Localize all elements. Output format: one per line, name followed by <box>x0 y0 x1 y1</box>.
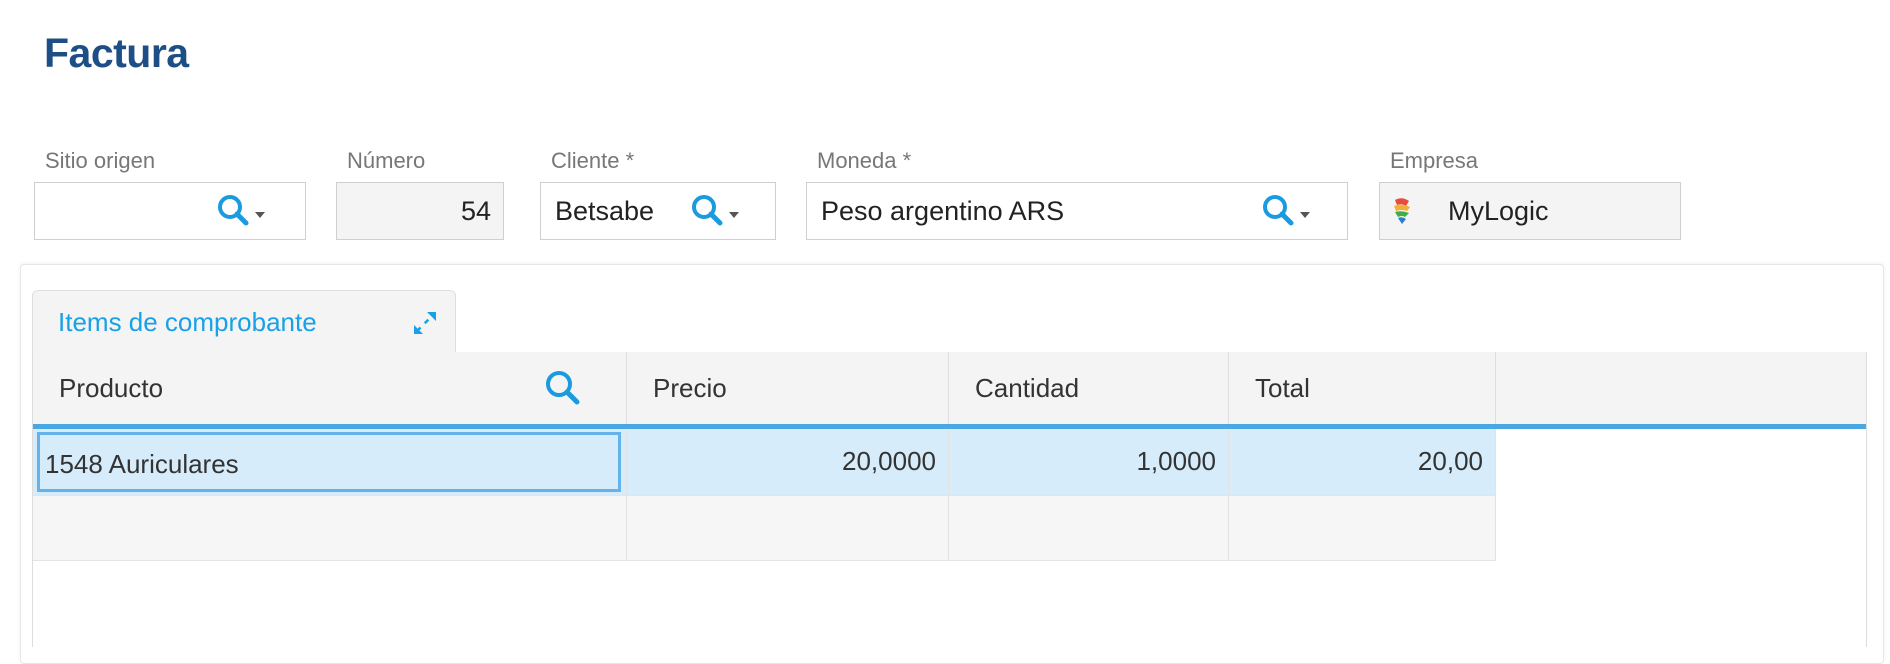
cliente-value: Betsabe <box>555 196 655 226</box>
caret-down-icon <box>1300 212 1310 218</box>
moneda-field[interactable]: Peso argentino ARS <box>806 182 1348 240</box>
empresa-label: Empresa <box>1390 148 1479 173</box>
caret-down-icon <box>729 212 739 218</box>
sitio-origen-lookup-button[interactable] <box>217 194 267 230</box>
cell-cantidad[interactable]: 1,0000 <box>949 429 1229 495</box>
cliente-field[interactable]: Betsabe <box>540 182 776 240</box>
items-grid: Producto Precio Cantidad Total 1548 Auri… <box>32 352 1867 647</box>
table-row[interactable]: 1548 Auriculares 20,0000 1,0000 20,00 <box>33 429 1496 495</box>
cell-total[interactable] <box>1229 496 1496 560</box>
cell-precio[interactable] <box>627 496 949 560</box>
cell-producto[interactable] <box>33 496 627 560</box>
empresa-value: MyLogic <box>1448 196 1549 226</box>
moneda-value: Peso argentino ARS <box>821 196 1065 226</box>
search-icon[interactable] <box>544 369 584 409</box>
numero-value: 54 <box>460 196 491 226</box>
cliente-label: Cliente * <box>551 148 635 173</box>
numero-field: 54 <box>336 182 504 240</box>
moneda-lookup-button[interactable] <box>1262 194 1312 230</box>
cell-precio[interactable]: 20,0000 <box>627 429 949 495</box>
column-header-producto[interactable]: Producto <box>33 352 627 424</box>
cell-producto[interactable]: 1548 Auriculares <box>33 429 627 495</box>
page-title: Factura <box>44 30 189 76</box>
column-header-precio[interactable]: Precio <box>627 352 949 424</box>
cell-value: 20,00 <box>1417 446 1483 476</box>
cell-value: 20,0000 <box>842 446 936 476</box>
search-icon <box>692 195 723 226</box>
sitio-origen-label: Sitio origen <box>45 148 156 173</box>
cell-value: 1548 Auriculares <box>45 449 239 479</box>
column-label: Producto <box>59 373 164 403</box>
column-header-total[interactable]: Total <box>1229 352 1496 424</box>
table-row[interactable] <box>33 495 1496 561</box>
column-label: Cantidad <box>975 373 1080 403</box>
empresa-field: MyLogic <box>1379 182 1681 240</box>
column-header-cantidad[interactable]: Cantidad <box>949 352 1229 424</box>
caret-down-icon <box>255 212 265 218</box>
column-label: Precio <box>653 373 727 403</box>
tab-label: Items de comprobante <box>58 307 317 337</box>
search-icon <box>218 195 249 226</box>
cell-total[interactable]: 20,00 <box>1229 429 1496 495</box>
cliente-lookup-button[interactable] <box>691 194 741 230</box>
grid-header: Producto Precio Cantidad Total <box>33 352 1866 429</box>
company-logo-icon <box>1394 198 1410 224</box>
numero-label: Número <box>347 148 426 173</box>
cell-value: 1,0000 <box>1136 446 1216 476</box>
selected-cell[interactable]: 1548 Auriculares <box>37 432 621 492</box>
column-label: Total <box>1255 373 1310 403</box>
cell-cantidad[interactable] <box>949 496 1229 560</box>
expand-icon[interactable] <box>409 307 441 339</box>
tab-items-de-comprobante[interactable]: Items de comprobante <box>32 290 456 352</box>
search-icon <box>1263 195 1294 226</box>
moneda-label: Moneda * <box>817 148 912 173</box>
sitio-origen-field[interactable] <box>34 182 306 240</box>
